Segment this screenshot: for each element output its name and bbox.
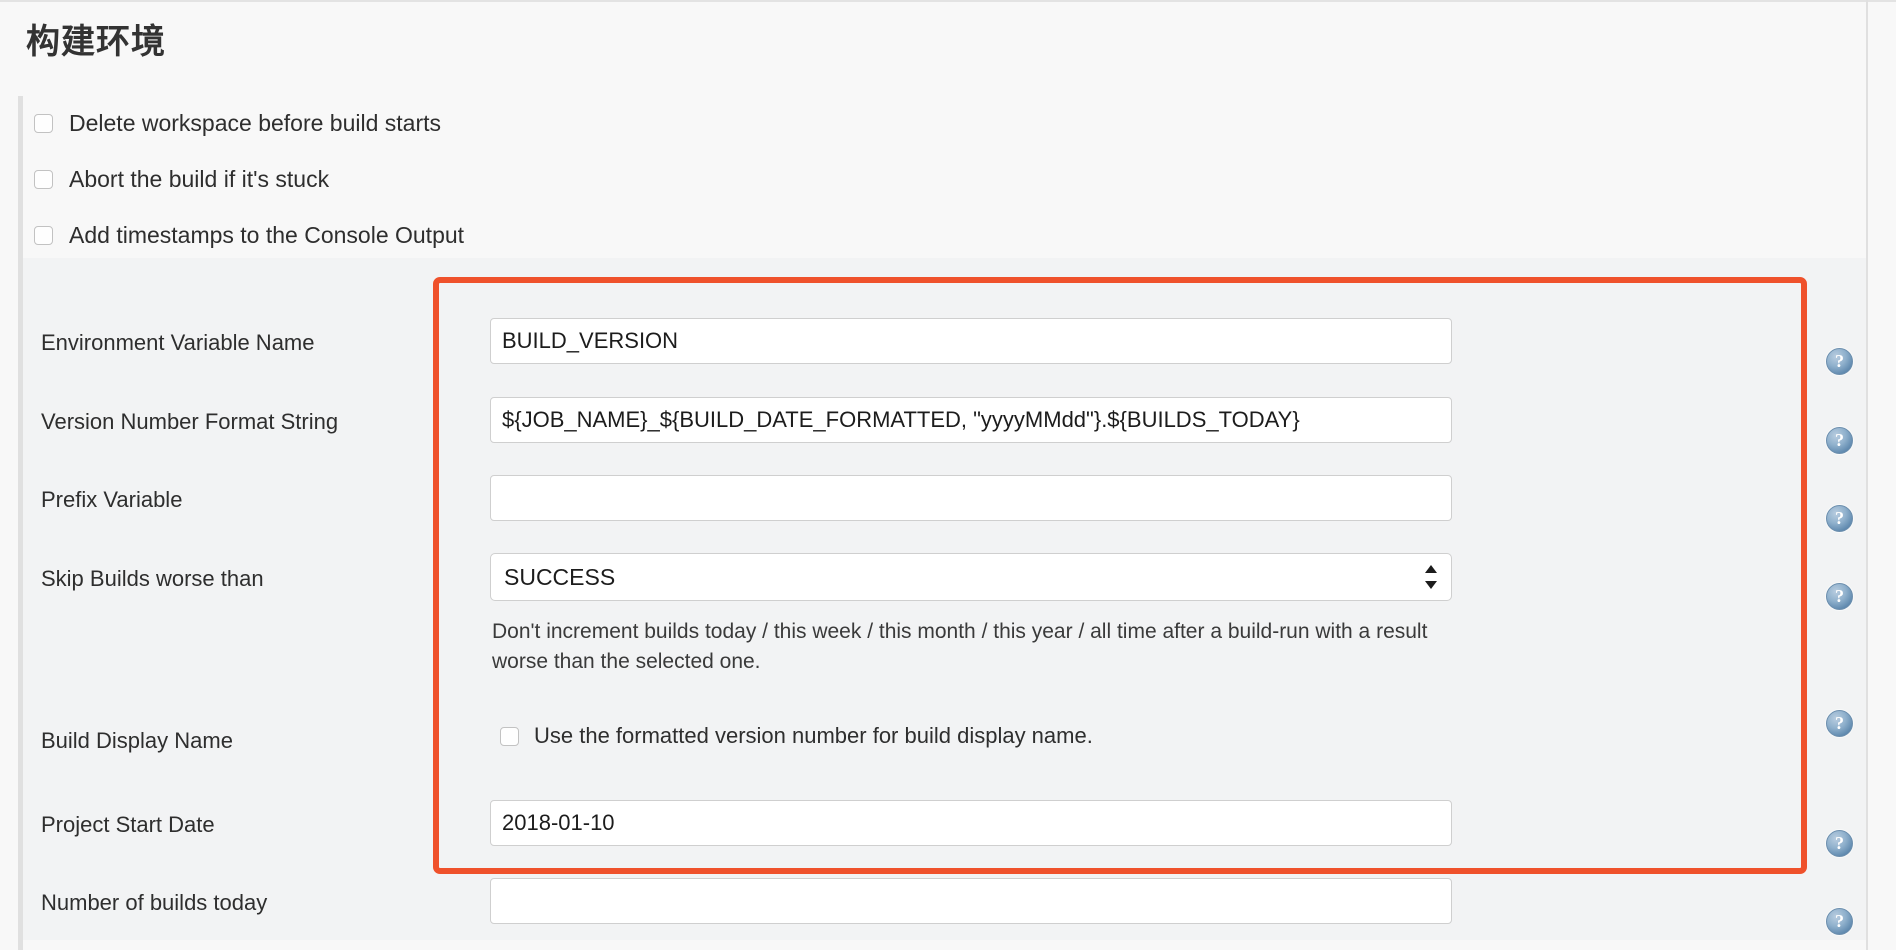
help-icon-skip-builds[interactable]: ? [1826,583,1853,610]
top-divider [0,0,1896,2]
checkbox-label-delete-workspace: Delete workspace before build starts [69,109,442,136]
help-icon-prefix-variable[interactable]: ? [1826,505,1853,532]
checkbox-row-use-formatted-version-for-display-name[interactable]: Use the formatted version number for bui… [500,723,1093,749]
checkbox-row-abort-stuck-build[interactable]: Abort the build if it's stuck [34,162,329,196]
input-version-format[interactable] [490,397,1452,443]
label-build-display-name: Build Display Name [41,728,233,753]
page-title: 构建环境 [26,23,166,61]
label-project-start-date: Project Start Date [41,812,215,837]
checkbox-row-add-timestamps[interactable]: Add timestamps to the Console Output [34,218,464,252]
description-skip-builds: Don't increment builds today / this week… [492,620,1428,673]
help-icon-version-format[interactable]: ? [1826,427,1853,454]
label-version-format: Version Number Format String [41,409,339,434]
label-builds-today: Number of builds today [41,890,268,915]
checkbox-label-add-timestamps: Add timestamps to the Console Output [69,221,465,248]
input-builds-today[interactable] [490,878,1452,924]
select-skip-builds[interactable]: SUCCESS [490,553,1452,601]
checkbox-row-delete-workspace[interactable]: Delete workspace before build starts [34,106,441,140]
input-project-start-date[interactable] [490,800,1452,846]
right-edge-divider [1866,0,1868,950]
checkbox-delete-workspace[interactable] [34,113,53,133]
label-env-var-name: Environment Variable Name [41,330,315,355]
input-env-var-name[interactable] [490,318,1452,364]
help-icon-builds-today[interactable]: ? [1826,908,1853,935]
build-environment-page: 构建环境 Delete workspace before build start… [0,0,1896,950]
label-skip-builds: Skip Builds worse than [41,566,264,591]
input-prefix-variable[interactable] [490,475,1452,521]
checkbox-abort-stuck-build[interactable] [34,169,53,189]
checkbox-use-formatted-version-for-display-name[interactable] [500,726,519,746]
help-icon-env-var-name[interactable]: ? [1826,348,1853,375]
checkbox-add-timestamps[interactable] [34,225,53,245]
help-icon-build-display-name[interactable]: ? [1826,710,1853,737]
checkbox-label-abort-stuck-build: Abort the build if it's stuck [69,165,330,192]
select-skip-builds-value: SUCCESS [504,564,616,590]
help-icon-project-start-date[interactable]: ? [1826,830,1853,857]
label-prefix-variable: Prefix Variable [41,487,183,512]
select-stepper-icon[interactable] [1425,564,1438,590]
checkbox-label-use-formatted-version-for-display-name: Use the formatted version number for bui… [534,723,1093,748]
